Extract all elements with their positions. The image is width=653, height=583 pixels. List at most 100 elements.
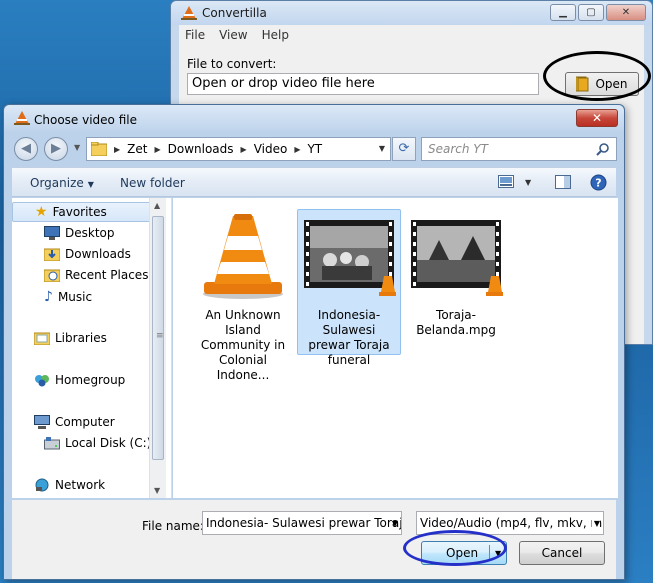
maximize-button[interactable]: ▢ — [578, 4, 604, 21]
svg-text:?: ? — [595, 177, 601, 190]
scroll-down-icon[interactable]: ▼ — [154, 486, 160, 495]
nav-music[interactable]: ♪ Music — [44, 289, 92, 305]
star-icon: ★ — [35, 204, 48, 220]
file-name-input[interactable]: Indonesia- Sulawesi prewar Toraja ▼ — [202, 511, 402, 535]
address-row: ◀ ▶ ▼ ▶ Zet ▶ Downloads ▶ Video ▶ YT ▼ ⟳… — [12, 135, 617, 163]
address-bar[interactable]: ▶ Zet ▶ Downloads ▶ Video ▶ YT ▼ — [86, 137, 391, 161]
nav-downloads[interactable]: Downloads — [44, 247, 131, 261]
recent-locations-dropdown[interactable]: ▼ — [74, 143, 80, 152]
file-type-select[interactable]: Video/Audio (mp4, flv, mkv, m ▼ — [416, 511, 604, 535]
breadcrumb-zet[interactable]: Zet — [127, 142, 147, 156]
convertilla-app-icon — [181, 6, 197, 20]
homegroup-icon — [35, 375, 49, 387]
nav-network-label: Network — [55, 478, 106, 492]
file-to-convert-input[interactable]: Open or drop video file here — [187, 73, 539, 95]
organize-label: Organize — [30, 176, 84, 190]
close-button[interactable]: ✕ — [606, 4, 646, 21]
nav-desktop-label: Desktop — [65, 226, 115, 240]
chevron-right-icon: ▶ — [114, 144, 121, 154]
nav-homegroup[interactable]: Homegroup — [34, 373, 125, 387]
file-item-selected[interactable]: Indonesia- Sulawesi prewar Toraja funera… — [297, 209, 401, 367]
nav-downloads-label: Downloads — [65, 247, 131, 261]
convertilla-titlebar: Convertilla ▁ ▢ ✕ — [171, 1, 652, 25]
search-placeholder: Search YT — [428, 142, 488, 156]
chevron-down-icon: ▼ — [87, 180, 94, 189]
chevron-down-icon[interactable]: ▼ — [591, 519, 600, 528]
view-options-dropdown[interactable]: ▼ — [525, 178, 531, 187]
search-input[interactable]: Search YT — [421, 137, 617, 161]
back-button[interactable]: ◀ — [14, 137, 38, 161]
nav-computer[interactable]: Computer — [34, 415, 115, 429]
menu-file[interactable]: File — [185, 28, 205, 42]
dialog-close-button[interactable]: ✕ — [576, 109, 618, 127]
cancel-button[interactable]: Cancel — [519, 541, 605, 565]
breadcrumb-downloads[interactable]: Downloads — [168, 142, 234, 156]
convertilla-open-button[interactable]: Open — [565, 72, 639, 96]
nav-desktop[interactable]: Desktop — [44, 226, 115, 240]
refresh-button[interactable]: ⟳ — [392, 137, 416, 161]
choose-file-dialog: Choose video file ✕ ◀ ▶ ▼ ▶ Zet ▶ Downlo… — [3, 104, 625, 580]
chevron-down-icon[interactable]: ▼ — [379, 144, 385, 153]
nav-local-disk[interactable]: Local Disk (C:) — [44, 436, 151, 450]
computer-icon — [34, 415, 50, 429]
scroll-grip-icon: ≡ — [156, 331, 164, 341]
downloads-folder-icon — [44, 248, 60, 261]
organize-menu[interactable]: Organize ▼ — [30, 176, 94, 190]
chevron-right-icon: ▶ — [294, 144, 301, 154]
scroll-up-icon[interactable]: ▲ — [154, 201, 160, 210]
nav-favorites-label: Favorites — [52, 205, 107, 219]
convertilla-open-label: Open — [595, 77, 628, 91]
open-button-label: Open — [446, 546, 479, 560]
open-button[interactable]: Open ▼ — [421, 541, 507, 565]
menu-view[interactable]: View — [219, 28, 247, 42]
nav-local-disk-label: Local Disk (C:) — [65, 436, 152, 450]
split-divider — [489, 545, 490, 561]
file-name-label: File name: — [142, 519, 204, 533]
nav-recent-places[interactable]: Recent Places — [44, 268, 148, 282]
nav-libraries-label: Libraries — [55, 331, 107, 345]
vlc-cone-icon — [203, 214, 283, 299]
dialog-title: Choose video file — [34, 113, 137, 127]
file-type-value: Video/Audio (mp4, flv, mkv, m — [420, 516, 603, 530]
file-to-convert-label: File to convert: — [187, 57, 277, 71]
nav-favorites[interactable]: ★ Favorites — [12, 202, 160, 222]
change-view-icon[interactable] — [498, 175, 514, 189]
chevron-down-icon[interactable]: ▼ — [392, 519, 398, 528]
libraries-icon — [34, 332, 50, 345]
music-icon: ♪ — [44, 289, 53, 305]
hard-drive-icon — [44, 437, 60, 450]
file-name: Indonesia- Sulawesi prewar Toraja funera… — [308, 308, 390, 367]
open-options-chevron-icon[interactable]: ▼ — [495, 549, 501, 558]
chevron-right-icon: ▶ — [240, 144, 247, 154]
forward-button[interactable]: ▶ — [44, 137, 68, 161]
file-name: An Unknown Island Community in Colonial … — [200, 308, 286, 382]
folder-icon — [91, 142, 107, 156]
command-toolbar: Organize ▼ New folder ▼ ? — [12, 167, 616, 197]
dialog-titlebar: Choose video file ✕ — [4, 105, 624, 131]
video-thumbnail — [304, 220, 397, 296]
nav-music-label: Music — [57, 290, 93, 304]
nav-libraries[interactable]: Libraries — [34, 331, 107, 345]
recent-places-icon — [44, 269, 60, 282]
nav-network[interactable]: Network — [34, 478, 105, 492]
file-item[interactable]: An Unknown Island Community in Colonial … — [193, 210, 293, 383]
preview-pane-icon[interactable] — [555, 175, 571, 189]
breadcrumb-video[interactable]: Video — [254, 142, 288, 156]
file-list: An Unknown Island Community in Colonial … — [173, 198, 618, 498]
dialog-footer: File name: Indonesia- Sulawesi prewar To… — [12, 500, 616, 579]
video-thumbnail — [411, 220, 504, 296]
network-icon — [35, 478, 49, 492]
search-icon — [596, 143, 609, 156]
minimize-button[interactable]: ▁ — [550, 4, 576, 21]
new-folder-button[interactable]: New folder — [120, 176, 185, 190]
dialog-app-icon — [14, 111, 30, 125]
desktop-icon — [44, 226, 60, 240]
nav-scrollbar[interactable]: ▲ ≡ ▼ — [149, 198, 166, 498]
file-item[interactable]: Toraja-Belanda.mpg — [406, 210, 506, 338]
convertilla-title: Convertilla — [202, 6, 267, 20]
nav-homegroup-label: Homegroup — [55, 373, 126, 387]
menu-help[interactable]: Help — [262, 28, 289, 42]
breadcrumb-yt[interactable]: YT — [307, 142, 322, 156]
help-icon[interactable]: ? — [590, 174, 607, 191]
file-name: Toraja-Belanda.mpg — [416, 308, 496, 337]
